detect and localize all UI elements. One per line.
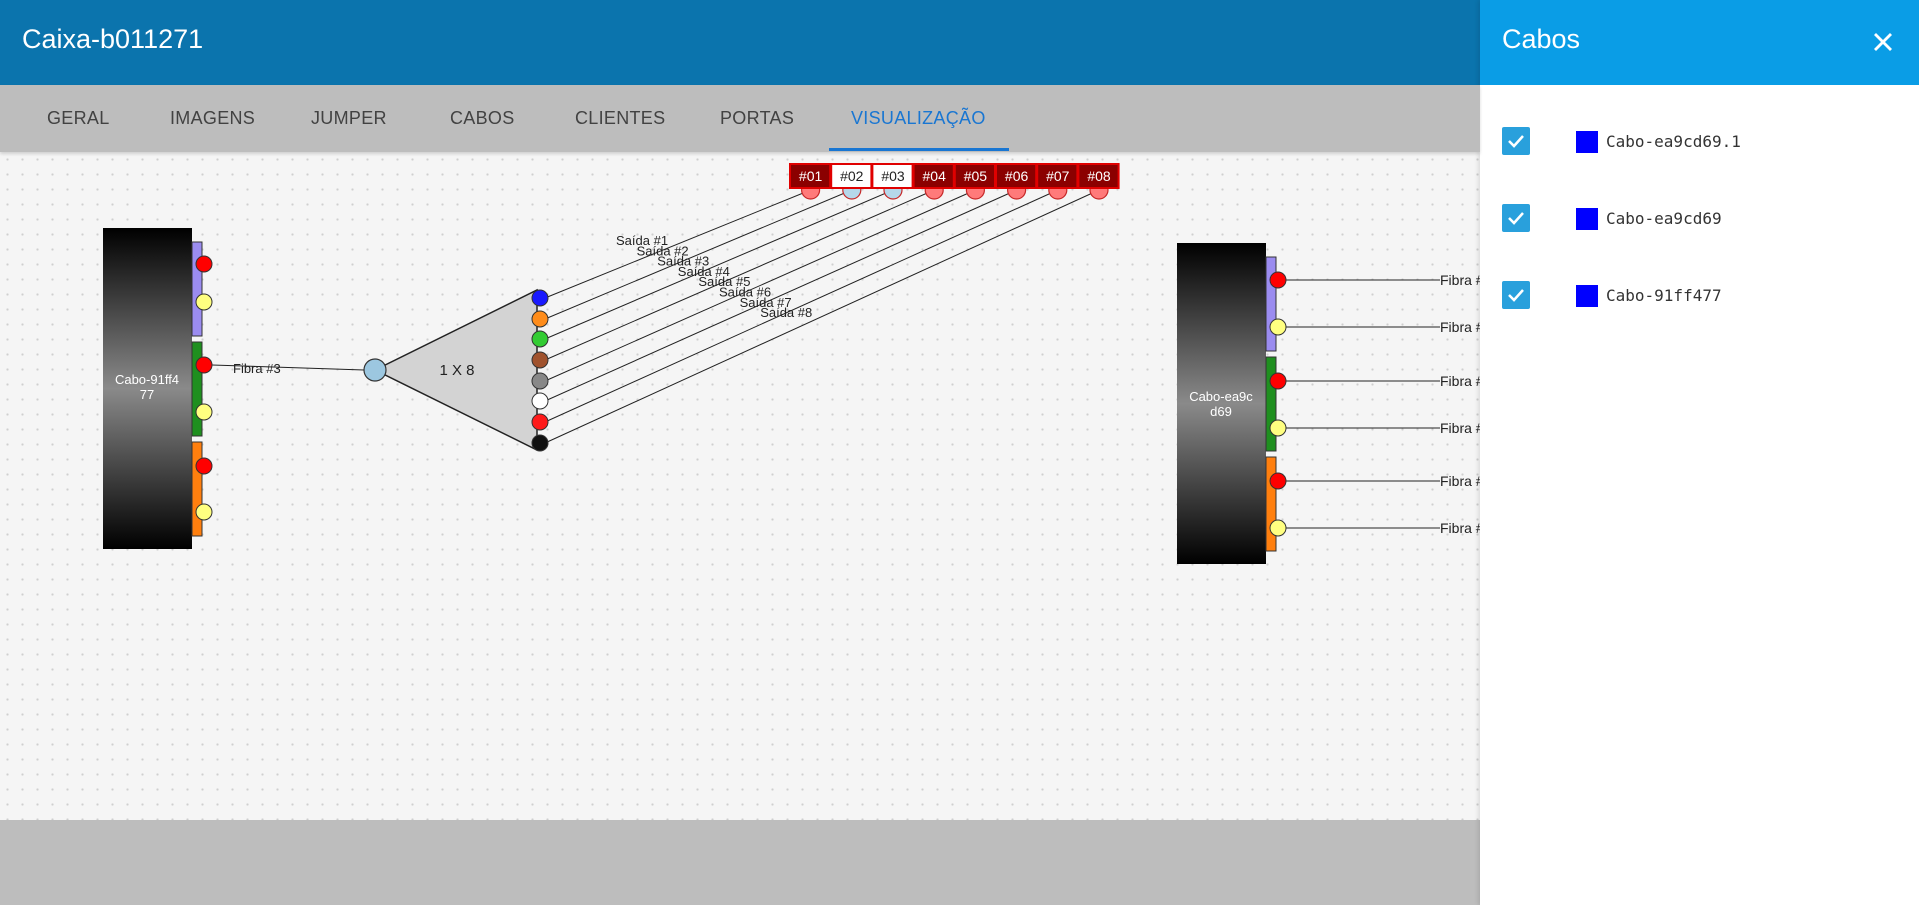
right-fiber-label: Fibra # <box>1440 420 1480 436</box>
right-fiber-port[interactable] <box>1269 472 1287 490</box>
input-fiber-label: Fibra #3 <box>233 361 281 376</box>
splitter-output-port[interactable] <box>531 434 549 452</box>
right-fiber-label: Fibra # <box>1440 319 1480 335</box>
port-tags: #01 #02 #03 #04 #05 #06 #07 #08 <box>789 163 1120 200</box>
right-fiber-port[interactable] <box>1269 318 1287 336</box>
close-button[interactable] <box>1867 26 1899 58</box>
right-fiber-port[interactable] <box>1269 372 1287 390</box>
left-cable-label: Cabo-91ff4 <box>115 372 179 387</box>
panel-header: Cabos <box>1480 0 1919 85</box>
left-tube-1 <box>191 241 203 337</box>
tab-jumper[interactable]: JUMPER <box>311 85 387 152</box>
splitter-output-port[interactable] <box>531 289 549 307</box>
left-fiber-port[interactable] <box>195 503 213 521</box>
tab-visualizacao[interactable]: VISUALIZAÇÃO <box>851 85 986 152</box>
splitter-output-port[interactable] <box>531 372 549 390</box>
cable-label: Cabo-91ff477 <box>1606 286 1722 305</box>
right-fiber-port[interactable] <box>1269 271 1287 289</box>
right-tube-3 <box>1265 456 1277 552</box>
cable-checkbox[interactable] <box>1502 281 1530 309</box>
port-tag-label: #07 <box>1046 168 1070 184</box>
splitter-input-port[interactable] <box>363 358 387 382</box>
cable-color-swatch <box>1576 285 1598 307</box>
panel-title: Cabos <box>1502 24 1581 54</box>
tab-clientes[interactable]: CLIENTES <box>575 85 665 152</box>
bottom-bar <box>0 820 1480 905</box>
right-fiber-label: Fibra # <box>1440 520 1480 536</box>
cable-list-item[interactable]: Cabo-ea9cd69.1 <box>1480 122 1919 162</box>
left-fiber-port[interactable] <box>195 457 213 475</box>
right-fiber-labels: Fibra # Fibra # Fibra # Fibra # Fibra # Fibra… <box>1440 272 1480 536</box>
right-cable-label: Cabo-ea9c <box>1189 389 1253 404</box>
cable-list-item[interactable]: Cabo-ea9cd69 <box>1480 199 1919 239</box>
left-fiber-port[interactable] <box>195 356 213 374</box>
port-tag-label: #01 <box>799 168 823 184</box>
splitter-output-port[interactable] <box>531 310 549 328</box>
port-tag-label: #04 <box>923 168 947 184</box>
port-tag-label: #06 <box>1005 168 1029 184</box>
app-header: Caixa-b011271 <box>0 0 1480 85</box>
fiber-diagram: Cabo-91ff4 77 Fibra #3 1 X 8 Saída #1Saí… <box>103 163 1480 564</box>
right-fiber-label: Fibra # <box>1440 272 1480 288</box>
port-tag-label: #05 <box>964 168 988 184</box>
splitter-output-port[interactable] <box>531 392 549 410</box>
cable-checkbox[interactable] <box>1502 127 1530 155</box>
left-cable[interactable]: Cabo-91ff4 77 <box>103 228 203 549</box>
check-icon <box>1508 289 1524 302</box>
tab-cabos[interactable]: CABOS <box>450 85 515 152</box>
cable-label: Cabo-ea9cd69 <box>1606 209 1722 228</box>
cables-panel: Cabos Cabo-ea9cd69.1 Cabo-ea9cd69 Cabo-9… <box>1480 0 1919 905</box>
splitter[interactable]: 1 X 8 <box>363 288 538 452</box>
left-fiber-port[interactable] <box>195 255 213 273</box>
visualization-canvas[interactable]: Cabo-91ff4 77 Fibra #3 1 X 8 Saída #1 Saí… <box>0 152 1480 820</box>
splitter-output-port[interactable] <box>531 413 549 431</box>
tab-geral[interactable]: GERAL <box>47 85 110 152</box>
close-icon <box>1874 33 1892 51</box>
tab-imagens[interactable]: IMAGENS <box>170 85 255 152</box>
splitter-output-port[interactable] <box>531 351 549 369</box>
right-tube-1 <box>1265 256 1277 352</box>
right-fiber-label: Fibra # <box>1440 473 1480 489</box>
cable-color-swatch <box>1576 131 1598 153</box>
splitter-label: 1 X 8 <box>439 362 474 379</box>
check-icon <box>1508 212 1524 225</box>
left-tube-3 <box>191 441 203 537</box>
right-fiber-port[interactable] <box>1269 519 1287 537</box>
splitter-output-line <box>544 189 1100 444</box>
cable-label: Cabo-ea9cd69.1 <box>1606 132 1741 151</box>
cable-list-item[interactable]: Cabo-91ff477 <box>1480 276 1919 316</box>
port-tag-label: #03 <box>881 168 905 184</box>
left-cable-label: 77 <box>140 387 154 402</box>
right-cable[interactable]: Cabo-ea9c d69 <box>1177 243 1277 564</box>
right-fiber-label: Fibra # <box>1440 373 1480 389</box>
check-icon <box>1508 135 1524 148</box>
splitter-output-port[interactable] <box>531 330 549 348</box>
left-fiber-port[interactable] <box>195 403 213 421</box>
port-tag-label: #02 <box>840 168 864 184</box>
page-title: Caixa-b011271 <box>22 24 204 54</box>
cable-color-swatch <box>1576 208 1598 230</box>
port-tag-label: #08 <box>1087 168 1111 184</box>
splitter-output-label: Saída #8 <box>760 305 812 320</box>
left-tube-2 <box>191 341 203 437</box>
left-fiber-port[interactable] <box>195 293 213 311</box>
right-fiber-port[interactable] <box>1269 419 1287 437</box>
right-cable-label: d69 <box>1210 404 1232 419</box>
cable-checkbox[interactable] <box>1502 204 1530 232</box>
tab-portas[interactable]: PORTAS <box>720 85 794 152</box>
right-tube-2 <box>1265 356 1277 452</box>
tab-bar: GERAL IMAGENS JUMPER CABOS CLIENTES PORT… <box>0 85 1480 152</box>
active-tab-indicator <box>829 148 1009 151</box>
